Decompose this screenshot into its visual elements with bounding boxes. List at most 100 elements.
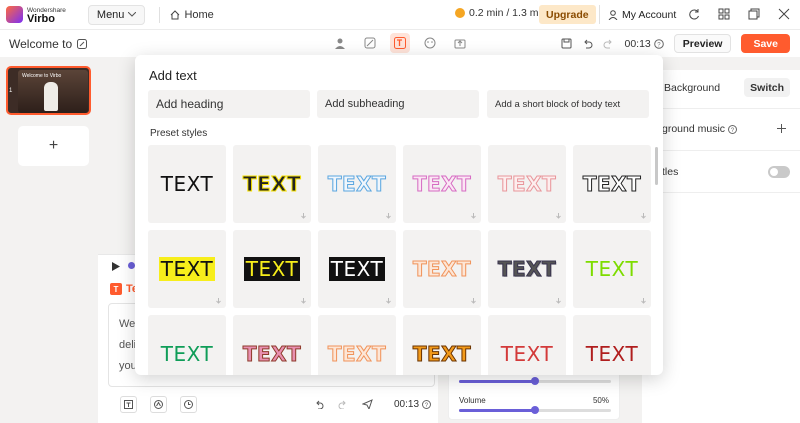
- download-icon: [386, 213, 391, 219]
- add-heading-button[interactable]: Add heading: [148, 90, 310, 118]
- script-duration: 00:13 ?: [394, 399, 432, 410]
- preset-text: TEXT: [497, 172, 557, 197]
- voice-button[interactable]: [150, 396, 167, 413]
- add-subheading-button[interactable]: Add subheading: [317, 90, 479, 118]
- coin-icon: [455, 8, 465, 18]
- logo-brand-big: Virbo: [27, 12, 55, 25]
- restore-window-icon[interactable]: [748, 8, 760, 20]
- sticker-icon: [424, 37, 436, 49]
- save-button[interactable]: Save: [741, 34, 790, 53]
- preset-style-tile[interactable]: TEXT: [488, 145, 566, 223]
- preset-style-tile[interactable]: TEXT: [488, 315, 566, 375]
- preset-text: TEXT: [160, 172, 214, 196]
- download-icon: [216, 298, 221, 304]
- subtitles-toggle[interactable]: [768, 166, 790, 178]
- divider: [642, 150, 800, 151]
- background-row: Background Switch: [642, 74, 800, 101]
- preset-style-tile[interactable]: TEXT: [233, 230, 311, 308]
- preset-text: TEXT: [582, 172, 642, 197]
- home-link[interactable]: Home: [159, 6, 214, 23]
- preset-text: TEXT: [497, 257, 557, 282]
- usage-indicator: 0.2 min / 1.3 min: [455, 7, 547, 19]
- add-scene-button[interactable]: +: [18, 126, 89, 166]
- background-music-row: ground music ?: [642, 120, 800, 138]
- subtitles-row: tles: [642, 163, 800, 181]
- help-icon[interactable]: ?: [728, 124, 738, 134]
- volume-value: 50%: [592, 396, 609, 405]
- clock-icon: [184, 400, 193, 409]
- preset-style-tile[interactable]: TEXT: [573, 315, 651, 375]
- redo-icon[interactable]: [338, 399, 348, 409]
- download-icon: [301, 298, 306, 304]
- scene-thumbnail[interactable]: 1 Welcome to Virbo: [6, 66, 91, 115]
- preset-text: TEXT: [585, 342, 639, 366]
- duration-display: 00:13 ?: [624, 38, 664, 50]
- text-tool[interactable]: [390, 33, 410, 53]
- preset-style-tile[interactable]: TEXT: [148, 230, 226, 308]
- speed-slider-fill: [459, 380, 535, 383]
- text-format-button[interactable]: [120, 396, 137, 413]
- preset-text: TEXT: [243, 257, 301, 281]
- switch-background-button[interactable]: Switch: [744, 78, 790, 97]
- scrollbar[interactable]: [655, 147, 658, 185]
- chevron-down-icon: [128, 12, 137, 17]
- undo-icon[interactable]: [314, 399, 324, 409]
- edit-icon[interactable]: [77, 38, 88, 49]
- popup-title: Add text: [149, 68, 197, 83]
- preset-style-tile[interactable]: TEXT: [318, 230, 396, 308]
- add-icon[interactable]: [777, 124, 786, 133]
- volume-slider-knob[interactable]: [531, 406, 539, 414]
- preset-style-tile[interactable]: TEXT: [148, 315, 226, 375]
- close-icon[interactable]: [778, 8, 790, 20]
- download-icon: [386, 298, 391, 304]
- refresh-icon[interactable]: [688, 8, 700, 20]
- upload-icon: [454, 39, 466, 49]
- preset-text: TEXT: [412, 257, 472, 282]
- preset-style-tile[interactable]: TEXT: [233, 315, 311, 375]
- sticker-tool[interactable]: [420, 33, 440, 53]
- avatar-figure: [44, 82, 58, 111]
- preset-style-tile[interactable]: TEXT: [233, 145, 311, 223]
- volume-slider[interactable]: [459, 406, 611, 414]
- save-draft-icon[interactable]: [561, 38, 572, 49]
- preset-styles-label: Preset styles: [150, 128, 208, 139]
- preset-text: TEXT: [585, 257, 639, 281]
- home-label: Home: [184, 8, 214, 21]
- grid-icon[interactable]: [718, 8, 730, 20]
- help-icon[interactable]: ?: [422, 400, 432, 409]
- download-icon: [471, 298, 476, 304]
- preset-style-tile[interactable]: TEXT: [403, 315, 481, 375]
- volume-slider-fill: [459, 409, 535, 412]
- background-tool[interactable]: [360, 33, 380, 53]
- speed-slider[interactable]: [459, 377, 611, 385]
- redo-icon[interactable]: [603, 38, 614, 49]
- timeline-marker[interactable]: [128, 262, 135, 269]
- upgrade-button[interactable]: Upgrade: [539, 5, 596, 24]
- menu-button[interactable]: Menu: [87, 4, 146, 25]
- preset-style-tile[interactable]: TEXT: [573, 145, 651, 223]
- preset-style-tile[interactable]: TEXT: [488, 230, 566, 308]
- avatar-tool[interactable]: [330, 33, 350, 53]
- preview-button[interactable]: Preview: [673, 34, 732, 53]
- preset-style-tile[interactable]: TEXT: [148, 145, 226, 223]
- upload-tool[interactable]: [450, 33, 470, 53]
- play-icon[interactable]: [112, 262, 120, 271]
- preset-text: TEXT: [328, 257, 386, 281]
- volume-label: Volume: [459, 396, 486, 405]
- project-name[interactable]: Welcome to: [9, 37, 88, 51]
- send-icon[interactable]: [362, 399, 373, 409]
- preset-text: TEXT: [242, 342, 302, 367]
- add-body-text-button[interactable]: Add a short block of body text: [487, 90, 649, 118]
- pause-button[interactable]: [180, 396, 197, 413]
- window-controls: [688, 8, 790, 20]
- preset-style-tile[interactable]: TEXT: [573, 230, 651, 308]
- preset-style-tile[interactable]: TEXT: [403, 230, 481, 308]
- preset-style-tile[interactable]: TEXT: [403, 145, 481, 223]
- help-icon[interactable]: ?: [653, 38, 664, 49]
- undo-icon[interactable]: [582, 38, 593, 49]
- speed-slider-knob[interactable]: [531, 377, 539, 385]
- preset-style-tile[interactable]: TEXT: [318, 315, 396, 375]
- my-account-button[interactable]: My Account: [599, 5, 676, 24]
- preset-style-tile[interactable]: TEXT: [318, 145, 396, 223]
- text-script-tab[interactable]: T Te: [110, 283, 138, 295]
